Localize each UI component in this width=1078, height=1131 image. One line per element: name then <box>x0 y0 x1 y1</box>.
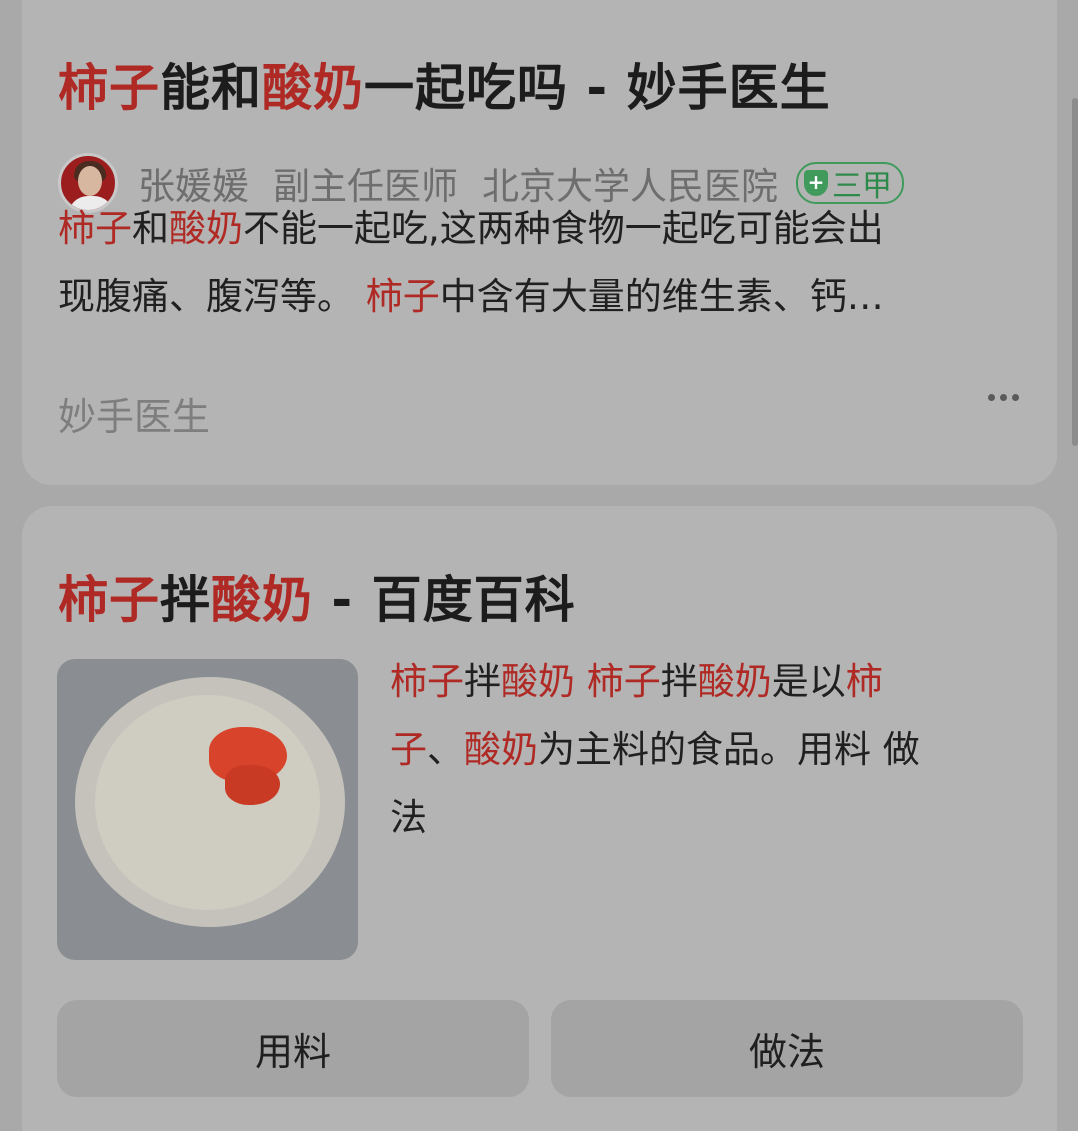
highlight-text: 柿子 <box>58 571 160 629</box>
result-title[interactable]: 柿子拌酸奶 - 百度百科 <box>58 560 576 632</box>
result-card-miaoshou[interactable]: 柿子能和酸奶一起吃吗 - 妙手医生 张媛媛 副主任医师 北京大学人民医院 + 三… <box>22 0 1057 485</box>
ingredients-button[interactable]: 用料 <box>57 1000 529 1097</box>
highlight-text: 酸奶 <box>211 571 313 629</box>
text-segment <box>575 660 587 703</box>
text-segment: 现腹痛、腹泻等。 <box>58 275 366 318</box>
result-title[interactable]: 柿子能和酸奶一起吃吗 - 妙手医生 <box>58 48 831 120</box>
text-segment: 中含有大量的维生素、钙… <box>439 275 884 318</box>
highlight-text: 柿子 <box>586 660 661 703</box>
highlight-text: 柿子 <box>58 59 160 117</box>
text-segment: 拌 <box>464 660 501 703</box>
text-segment: 拌 <box>160 571 211 629</box>
text-segment: 拌 <box>660 660 698 703</box>
desc-line: 法 <box>390 784 1010 852</box>
shield-plus-icon: + <box>804 170 828 196</box>
result-snippet[interactable]: 柿子和酸奶不能一起吃,这两种食物一起吃可能会出 现腹痛、腹泻等。 柿子中含有大量… <box>58 195 1008 331</box>
highlight-text: 柿子 <box>58 207 132 250</box>
result-description[interactable]: 柿子拌酸奶 柿子拌酸奶是以柿 子、酸奶为主料的食品。用料 做 法 <box>390 648 1010 852</box>
snippet-line: 柿子和酸奶不能一起吃,这两种食物一起吃可能会出 <box>58 195 1008 263</box>
snippet-line: 现腹痛、腹泻等。 柿子中含有大量的维生素、钙… <box>58 263 1008 331</box>
more-options-icon[interactable] <box>988 394 1019 401</box>
text-segment: 是以 <box>771 660 846 703</box>
desc-line: 子、酸奶为主料的食品。用料 做 <box>390 716 1010 784</box>
highlight-text: 酸奶 <box>464 728 538 771</box>
highlight-text: 酸奶 <box>501 660 575 703</box>
text-segment: 能和 <box>160 59 262 117</box>
text-segment: 一起吃吗 - 妙手医生 <box>364 59 831 117</box>
text-segment: 为主料的食品。用料 做 <box>538 728 920 771</box>
result-card-baike[interactable]: 柿子拌酸奶 - 百度百科 柿子拌酸奶 柿子拌酸奶是以柿 子、酸奶为主料的食品。用… <box>22 506 1057 1131</box>
highlight-text: 酸奶 <box>169 207 243 250</box>
desc-line: 柿子拌酸奶 柿子拌酸奶是以柿 <box>390 648 1010 716</box>
text-segment: 法 <box>390 796 427 839</box>
highlight-text: 子 <box>390 728 427 771</box>
highlight-text: 酸奶 <box>697 660 772 703</box>
text-segment: 、 <box>427 728 464 771</box>
result-thumbnail-image[interactable] <box>57 659 358 960</box>
highlight-text: 柿 <box>845 660 883 703</box>
yogurt-bowl-image <box>75 677 345 927</box>
scrollbar[interactable] <box>1072 98 1078 446</box>
highlight-text: 柿子 <box>390 660 464 703</box>
text-segment: 和 <box>132 207 169 250</box>
highlight-text: 酸奶 <box>262 59 364 117</box>
highlight-text: 柿子 <box>365 275 440 318</box>
search-results-page: 柿子能和酸奶一起吃吗 - 妙手医生 张媛媛 副主任医师 北京大学人民医院 + 三… <box>0 0 1078 1131</box>
text-segment: 不能一起吃,这两种食物一起吃可能会出 <box>243 207 884 250</box>
result-source[interactable]: 妙手医生 <box>58 386 210 441</box>
text-segment: - 百度百科 <box>313 571 576 629</box>
method-button[interactable]: 做法 <box>551 1000 1023 1097</box>
